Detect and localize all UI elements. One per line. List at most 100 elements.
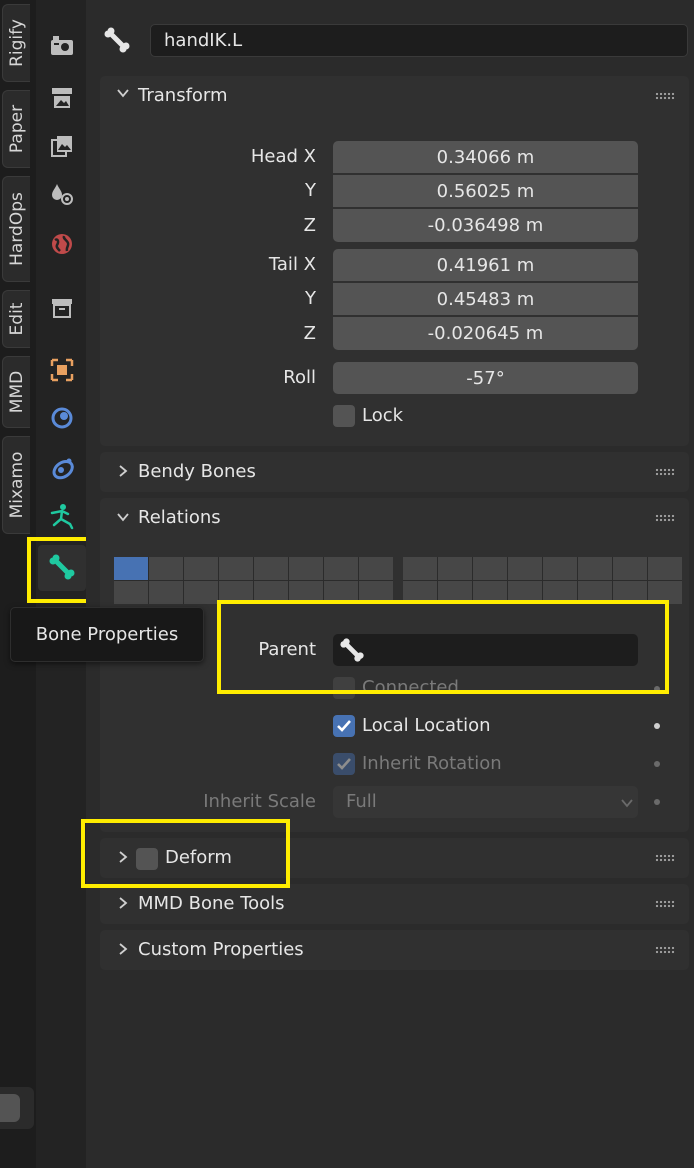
deform-title: Deform	[165, 847, 232, 868]
layer-button[interactable]	[324, 557, 358, 580]
bendy-bones-title: Bendy Bones	[138, 461, 256, 482]
mmd-bone-tools-panel[interactable]: MMD Bone Tools	[100, 884, 689, 924]
drag-grip-icon[interactable]	[655, 946, 675, 954]
tail-z-field[interactable]: -0.020645 m	[333, 317, 638, 350]
layer-button[interactable]	[219, 581, 253, 604]
layer-button[interactable]	[613, 557, 647, 580]
checkmark-icon	[337, 758, 351, 770]
layer-button[interactable]	[578, 581, 612, 604]
object-data-armature-icon[interactable]	[44, 498, 80, 534]
head-y-field[interactable]: 0.56025 m	[333, 175, 638, 207]
layer-button[interactable]	[289, 557, 323, 580]
view-layer-icon[interactable]	[44, 128, 80, 164]
drag-grip-icon[interactable]	[655, 468, 675, 476]
chevron-down-icon[interactable]	[116, 510, 130, 528]
layer-button[interactable]	[184, 557, 218, 580]
bone-icon	[48, 553, 76, 585]
transform-title[interactable]: Transform	[138, 85, 228, 106]
custom-properties-title: Custom Properties	[138, 939, 304, 960]
layer-button[interactable]	[149, 557, 183, 580]
layer-button[interactable]	[289, 581, 323, 604]
layer-button[interactable]	[438, 557, 472, 580]
layer-button[interactable]	[324, 581, 358, 604]
bone-layers-right[interactable]	[403, 557, 682, 604]
layer-button[interactable]	[254, 581, 288, 604]
layer-button[interactable]	[114, 581, 148, 604]
tab-paper[interactable]: Paper	[2, 90, 30, 168]
layer-button[interactable]	[648, 581, 682, 604]
chevron-down-icon[interactable]	[116, 86, 130, 104]
bone-tab[interactable]	[38, 545, 86, 591]
chevron-right-icon	[116, 850, 130, 868]
relations-title[interactable]: Relations	[138, 507, 221, 528]
chevron-right-icon	[116, 942, 130, 960]
custom-properties-panel[interactable]: Custom Properties	[100, 930, 689, 970]
layer-button[interactable]	[359, 557, 393, 580]
render-icon[interactable]	[44, 28, 80, 64]
layer-button[interactable]	[359, 581, 393, 604]
inherit-scale-dropdown[interactable]: Full	[333, 786, 638, 818]
layer-button[interactable]	[508, 557, 542, 580]
tail-x-field[interactable]: 0.41961 m	[333, 249, 638, 281]
layer-button[interactable]	[543, 557, 577, 580]
tab-edit[interactable]: Edit	[2, 290, 30, 348]
drag-grip-icon[interactable]	[655, 514, 675, 522]
chevron-right-icon	[116, 896, 130, 914]
layer-button[interactable]	[403, 581, 437, 604]
deform-checkbox[interactable]	[136, 848, 158, 870]
scene-icon[interactable]	[44, 176, 80, 212]
tail-y-label: Y	[305, 288, 316, 309]
keyframe-dot-icon[interactable]	[654, 761, 660, 767]
layer-button[interactable]	[254, 557, 288, 580]
layer-button[interactable]	[149, 581, 183, 604]
tab-mixamo[interactable]: Mixamo	[2, 436, 30, 534]
world-icon[interactable]	[44, 226, 80, 262]
layer-button[interactable]	[219, 557, 253, 580]
bone-name-field[interactable]: handIK.L	[150, 24, 688, 57]
layer-button[interactable]	[578, 557, 612, 580]
layer-button[interactable]	[473, 581, 507, 604]
drag-grip-icon[interactable]	[655, 900, 675, 908]
inherit-rotation-label: Inherit Rotation	[362, 753, 502, 774]
tail-y-field[interactable]: 0.45483 m	[333, 283, 638, 315]
layer-button[interactable]	[543, 581, 577, 604]
connected-checkbox[interactable]	[333, 677, 355, 699]
roll-label: Roll	[283, 367, 316, 388]
inherit-rotation-checkbox[interactable]	[333, 753, 355, 775]
layer-button[interactable]	[438, 581, 472, 604]
drag-grip-icon[interactable]	[655, 92, 675, 100]
bendy-bones-panel[interactable]: Bendy Bones	[100, 452, 689, 492]
lock-checkbox[interactable]	[333, 405, 355, 427]
head-x-field[interactable]: 0.34066 m	[333, 141, 638, 173]
local-location-checkbox[interactable]	[333, 715, 355, 737]
layer-button[interactable]	[184, 581, 218, 604]
tab-hardops[interactable]: HardOps	[2, 176, 30, 282]
modifiers-icon[interactable]	[44, 400, 80, 436]
lock-label: Lock	[362, 405, 404, 426]
tab-rigify[interactable]: Rigify	[2, 4, 30, 82]
deform-panel[interactable]: Deform	[100, 838, 689, 878]
tab-mmd[interactable]: MMD	[2, 356, 30, 428]
physics-icon[interactable]	[44, 450, 80, 486]
layer-button[interactable]	[473, 557, 507, 580]
drag-grip-icon[interactable]	[655, 854, 675, 862]
sidebar-footer-widget	[0, 1087, 34, 1129]
bone-layers-left[interactable]	[114, 557, 393, 604]
output-icon[interactable]	[44, 80, 80, 116]
keyframe-dot-icon[interactable]	[654, 686, 660, 692]
roll-field[interactable]: -57°	[333, 362, 638, 394]
layer-button[interactable]	[613, 581, 647, 604]
parent-field[interactable]	[333, 634, 638, 666]
layer-button[interactable]	[648, 557, 682, 580]
head-z-field[interactable]: -0.036498 m	[333, 209, 638, 242]
collection-icon[interactable]	[44, 290, 80, 326]
tail-x-label: Tail X	[268, 254, 316, 275]
layer-button[interactable]	[403, 557, 437, 580]
object-icon[interactable]	[44, 352, 80, 388]
inherit-scale-label: Inherit Scale	[203, 791, 316, 812]
scroll-handle[interactable]	[0, 1094, 20, 1122]
layer-button[interactable]	[114, 557, 148, 580]
keyframe-dot-icon[interactable]	[654, 799, 660, 805]
keyframe-dot-icon[interactable]	[654, 723, 660, 729]
layer-button[interactable]	[508, 581, 542, 604]
